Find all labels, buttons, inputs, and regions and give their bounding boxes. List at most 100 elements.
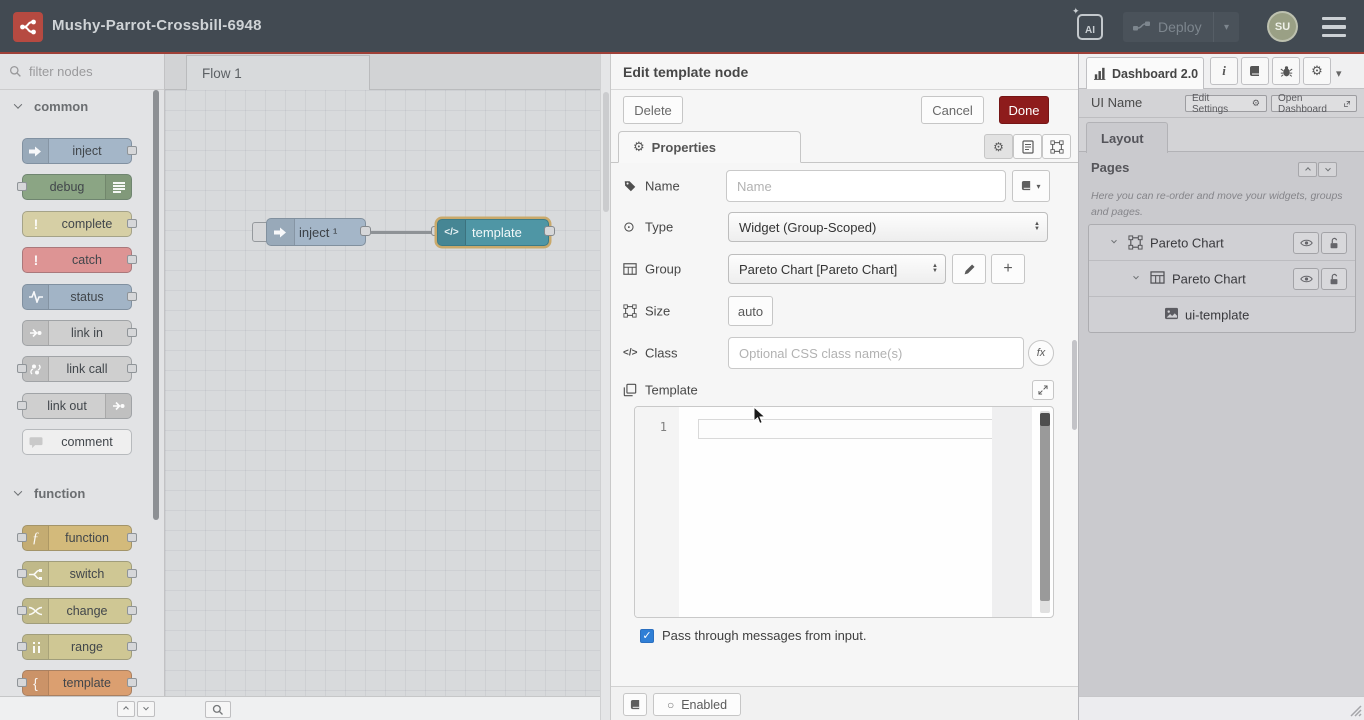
collapse-tree-button[interactable] xyxy=(1298,162,1317,177)
tab-properties[interactable]: ⚙ Properties xyxy=(618,131,801,163)
lock-button[interactable] xyxy=(1321,232,1347,254)
palette-node-change[interactable]: change xyxy=(22,598,132,624)
name-library-button[interactable]: ▾ xyxy=(1012,170,1050,202)
expand-editor-button[interactable] xyxy=(1032,380,1054,400)
fx-button[interactable]: fx xyxy=(1028,340,1054,366)
input-port xyxy=(17,401,27,410)
palette-node-debug[interactable]: debug xyxy=(22,174,132,200)
unlock-icon xyxy=(1328,273,1340,286)
palette-node-switch[interactable]: switch xyxy=(22,561,132,587)
user-avatar[interactable]: SU xyxy=(1267,11,1298,42)
tree-row-group-pareto-chart[interactable]: Pareto Chart xyxy=(1089,261,1355,297)
tab-layout[interactable]: Layout xyxy=(1086,122,1168,153)
template-output-port[interactable] xyxy=(544,226,555,236)
resize-grip[interactable] xyxy=(1346,701,1362,717)
ai-assistant-button[interactable]: AI xyxy=(1077,14,1103,40)
visibility-button[interactable] xyxy=(1293,232,1319,254)
template-code-editor[interactable]: 1 xyxy=(634,406,1054,618)
output-port xyxy=(127,642,137,651)
appearance-section-button[interactable] xyxy=(1042,134,1071,159)
gear-icon: ⚙ xyxy=(633,139,645,155)
palette-node-range[interactable]: range xyxy=(22,634,132,660)
palette-node-template[interactable]: { template xyxy=(22,670,132,696)
group-select[interactable]: Pareto Chart [Pareto Chart] ▲▼ xyxy=(728,254,946,284)
canvas-search-button[interactable] xyxy=(205,701,231,718)
delete-button[interactable]: Delete xyxy=(623,96,683,124)
config-tab-button[interactable]: ⚙ xyxy=(1303,57,1331,85)
class-input[interactable] xyxy=(728,337,1024,369)
input-port xyxy=(17,569,27,578)
palette-node-link-call[interactable]: link call xyxy=(22,356,132,382)
palette-scrollbar[interactable] xyxy=(153,90,159,520)
help-tab-button[interactable] xyxy=(1241,57,1269,85)
chevron-down-icon[interactable] xyxy=(1111,238,1117,244)
book-icon xyxy=(1021,180,1032,192)
palette-node-inject[interactable]: inject xyxy=(22,138,132,164)
document-icon xyxy=(1022,140,1034,154)
group-row: Group Pareto Chart [Pareto Chart] ▲▼ + xyxy=(623,254,1069,284)
line-number: 1 xyxy=(660,420,667,434)
description-section-button[interactable] xyxy=(1013,134,1042,159)
done-button[interactable]: Done xyxy=(999,96,1049,124)
editor-gutter: 1 xyxy=(635,407,679,617)
deploy-options-caret[interactable]: ▾ xyxy=(1213,12,1239,42)
debug-tab-button[interactable] xyxy=(1272,57,1300,85)
name-input[interactable] xyxy=(726,170,1006,202)
sidebar-menu-caret[interactable]: ▾ xyxy=(1336,67,1342,80)
link-icon xyxy=(105,394,131,418)
deploy-button[interactable]: Deploy ▾ xyxy=(1123,12,1239,42)
edit-group-button[interactable] xyxy=(952,254,986,284)
palette-node-function[interactable]: ƒ function xyxy=(22,525,132,551)
chevron-down-icon[interactable] xyxy=(1133,274,1139,280)
edit-settings-button[interactable]: Edit Settings ⚙ xyxy=(1185,95,1267,112)
dialog-scrollbar[interactable] xyxy=(1072,340,1077,430)
deploy-label: Deploy xyxy=(1158,19,1202,35)
palette-category-common[interactable]: common xyxy=(0,96,164,116)
type-select[interactable]: Widget (Group-Scoped) ▲▼ xyxy=(728,212,1048,242)
input-port xyxy=(17,642,27,651)
template-copy-icon xyxy=(623,383,641,397)
editor-print-margin xyxy=(992,407,1032,617)
bug-icon xyxy=(1280,65,1293,78)
canvas-vertical-scrollbar[interactable] xyxy=(600,54,610,720)
pages-hint-text: Here you can re-order and move your widg… xyxy=(1091,188,1353,221)
add-group-button[interactable]: + xyxy=(991,254,1025,284)
properties-section-button[interactable]: ⚙ xyxy=(984,134,1013,159)
tree-row-widget-ui-template[interactable]: ui-template xyxy=(1089,297,1355,333)
palette-node-catch[interactable]: ! catch xyxy=(22,247,132,273)
info-tab-button[interactable]: i xyxy=(1210,57,1238,85)
collapse-all-button[interactable] xyxy=(117,701,135,717)
edit-template-node-dialog: Edit template node Delete Cancel Done ⚙ … xyxy=(610,54,1078,720)
node-library-button[interactable] xyxy=(623,693,647,716)
input-port xyxy=(17,364,27,373)
expand-tree-button[interactable] xyxy=(1318,162,1337,177)
output-port xyxy=(127,569,137,578)
cancel-button[interactable]: Cancel xyxy=(921,96,984,124)
palette-node-status[interactable]: status xyxy=(22,284,132,310)
flow-node-inject[interactable]: inject ¹ xyxy=(266,218,366,246)
enabled-toggle-button[interactable]: ○ Enabled xyxy=(653,693,741,716)
tab-dashboard-2[interactable]: Dashboard 2.0 xyxy=(1086,57,1204,89)
open-dashboard-button[interactable]: Open Dashboard xyxy=(1271,95,1357,112)
palette-node-complete[interactable]: ! complete xyxy=(22,211,132,237)
palette-filter[interactable]: filter nodes xyxy=(0,54,164,90)
palette-node-comment[interactable]: comment xyxy=(22,429,132,455)
passthrough-checkbox[interactable]: ✓ xyxy=(640,629,654,643)
palette-category-function[interactable]: function xyxy=(0,483,164,503)
editor-scrollbar[interactable] xyxy=(1040,411,1050,613)
expand-all-button[interactable] xyxy=(137,701,155,717)
visibility-button[interactable] xyxy=(1293,268,1319,290)
main-menu-button[interactable] xyxy=(1322,17,1346,37)
output-port xyxy=(127,533,137,542)
flow-canvas[interactable]: inject ¹ </> template xyxy=(165,90,600,696)
palette-node-link-in[interactable]: link in xyxy=(22,320,132,346)
scope-icon: ⊙ xyxy=(623,219,641,236)
tab-flow-1[interactable]: Flow 1 xyxy=(186,55,370,90)
size-button[interactable]: auto xyxy=(728,296,773,326)
palette-node-link-out[interactable]: link out xyxy=(22,393,132,419)
tree-row-page-pareto-chart[interactable]: Pareto Chart xyxy=(1089,225,1355,261)
lock-button[interactable] xyxy=(1321,268,1347,290)
flow-node-template-selected[interactable]: </> template xyxy=(437,219,549,246)
wire-inject-to-template[interactable] xyxy=(370,231,438,234)
image-icon xyxy=(1164,307,1179,325)
